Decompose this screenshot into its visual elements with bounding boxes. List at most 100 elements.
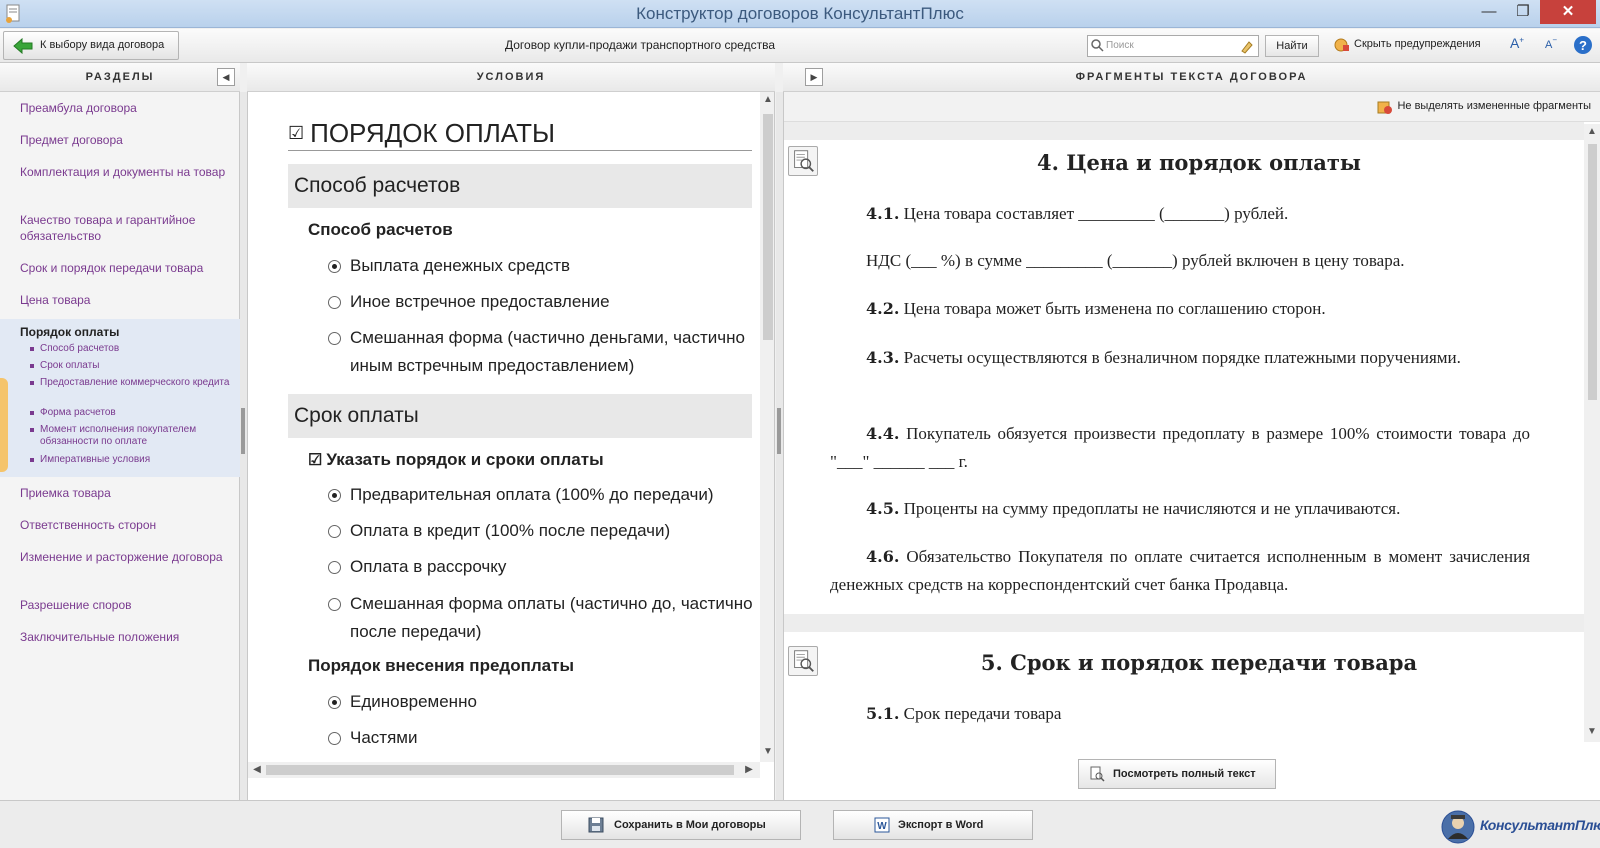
- svg-text:?: ?: [1579, 38, 1587, 53]
- splitter-right[interactable]: [776, 92, 783, 800]
- radio-option[interactable]: Смешанная форма оплаты (частично до, час…: [328, 590, 768, 646]
- document-search-icon: [1090, 766, 1105, 782]
- section-item[interactable]: Предмет договора: [20, 132, 230, 148]
- clause-text: Расчеты осуществляются в безналичном пор…: [903, 348, 1461, 367]
- scroll-thumb[interactable]: [763, 114, 773, 340]
- highlight-icon: [1377, 101, 1393, 114]
- maximize-icon[interactable]: ❐: [1506, 0, 1540, 24]
- conditions-hscrollbar[interactable]: ◀ ▶: [248, 762, 760, 778]
- collapse-sections-icon[interactable]: ◀: [217, 68, 235, 86]
- minimize-icon[interactable]: —: [1472, 0, 1506, 24]
- clause-4-2: 4.2. Цена товара может быть изменена по …: [830, 295, 1530, 323]
- scroll-down-icon[interactable]: ▼: [761, 746, 774, 757]
- splitter-left[interactable]: [240, 92, 247, 800]
- section-item[interactable]: Изменение и расторжение договора: [20, 549, 230, 565]
- section-title-text: ПОРЯДОК ОПЛАТЫ: [310, 118, 555, 148]
- conditions-header: УСЛОВИЯ: [247, 63, 775, 92]
- close-icon[interactable]: ✕: [1540, 0, 1596, 24]
- radio-label: Оплата в кредит (100% после передачи): [350, 521, 671, 540]
- section-item[interactable]: Срок и порядок передачи товара: [20, 260, 230, 276]
- subsection-item[interactable]: Срок оплаты: [30, 360, 230, 372]
- section-item[interactable]: Комплектация и документы на товар: [20, 164, 230, 180]
- subsection-item[interactable]: Момент исполнения покупателем обязанност…: [30, 424, 230, 448]
- scroll-down-icon[interactable]: ▼: [1585, 726, 1599, 737]
- section-item[interactable]: Качество товара и гарантийное обязательс…: [20, 212, 230, 244]
- scroll-left-icon[interactable]: ◀: [250, 764, 264, 775]
- font-decrease-icon[interactable]: A−: [1540, 35, 1562, 57]
- no-highlight-toggle[interactable]: Не выделять измененные фрагменты: [1377, 100, 1591, 114]
- radio-label: Предварительная оплата (100% до передачи…: [350, 485, 714, 504]
- splitter-grip: [241, 408, 245, 454]
- back-to-type-button[interactable]: К выбору вида договора: [3, 31, 179, 60]
- side-handle[interactable]: [0, 378, 8, 472]
- radio-option[interactable]: Предварительная оплата (100% до передачи…: [328, 481, 768, 509]
- scroll-thumb[interactable]: [1588, 144, 1597, 400]
- clause-text: Цена товара составляет _________ (______…: [903, 204, 1289, 223]
- expand-fragments-icon[interactable]: ▶: [805, 68, 823, 86]
- subsection-item[interactable]: Форма расчетов: [30, 407, 230, 419]
- subsection-item[interactable]: Императивные условия: [30, 454, 230, 466]
- scroll-right-icon[interactable]: ▶: [742, 764, 756, 775]
- clause-text: Цена товара может быть изменена по согла…: [903, 299, 1326, 318]
- checkbox-checked-icon[interactable]: ☑: [288, 123, 304, 143]
- radio-option[interactable]: Оплата в рассрочку: [328, 553, 768, 581]
- section-item[interactable]: Ответственность сторон: [20, 517, 230, 533]
- clause-number: 4.5.: [866, 499, 900, 518]
- section-item[interactable]: Разрешение споров: [20, 597, 230, 613]
- section-item[interactable]: Приемка товара: [20, 485, 230, 501]
- word-icon: W: [874, 817, 890, 833]
- radio-option[interactable]: Оплата в кредит (100% после передачи): [328, 517, 768, 545]
- no-highlight-label: Не выделять измененные фрагменты: [1397, 100, 1591, 112]
- conditions-panel: ☑ ПОРЯДОК ОПЛАТЫ Способ расчетов Способ р…: [247, 92, 775, 800]
- scroll-up-icon[interactable]: ▲: [761, 94, 774, 105]
- specify-terms-checkbox[interactable]: ☑ Указать порядок и сроки оплаты: [308, 450, 604, 470]
- fragment-separator: [784, 614, 1584, 632]
- active-section-title[interactable]: Порядок оплаты: [20, 325, 119, 339]
- radio-option[interactable]: Иное встречное предоставление: [328, 288, 768, 316]
- toolbar: К выбору вида договора Договор купли-про…: [0, 29, 1600, 63]
- radio-selected-icon[interactable]: [328, 489, 341, 502]
- group-title: Срок оплаты: [288, 394, 752, 438]
- radio-option[interactable]: Единовременно: [328, 688, 768, 716]
- clause-4-5: 4.5. Проценты на сумму предоплаты не нач…: [830, 495, 1530, 523]
- subsection-item[interactable]: Способ расчетов: [30, 343, 230, 355]
- radio-icon[interactable]: [328, 732, 341, 745]
- conditions-header-label: УСЛОВИЯ: [476, 71, 546, 83]
- conditions-vscrollbar[interactable]: ▲ ▼: [760, 92, 774, 762]
- section-item[interactable]: Преамбула договора: [20, 100, 230, 116]
- radio-icon[interactable]: [328, 332, 341, 345]
- export-word-button[interactable]: W Экспорт в Word: [833, 810, 1033, 840]
- scroll-thumb[interactable]: [266, 765, 734, 775]
- radio-option[interactable]: Смешанная форма (частично деньгами, част…: [328, 324, 768, 380]
- font-increase-icon[interactable]: A+: [1506, 35, 1528, 57]
- active-section: Порядок оплаты Способ расчетов Срок опла…: [0, 319, 240, 477]
- brand-name: КонсультантПлюс: [1480, 817, 1600, 833]
- radio-icon[interactable]: [328, 296, 341, 309]
- clear-brush-icon[interactable]: [1239, 38, 1255, 54]
- radio-icon[interactable]: [328, 598, 341, 611]
- bottom-bar: Сохранить в Мои договоры W Экспорт в Wor…: [0, 800, 1600, 848]
- radio-icon[interactable]: [328, 525, 341, 538]
- checkbox-checked-icon[interactable]: ☑: [308, 452, 322, 469]
- group-subtitle: Способ расчетов: [308, 220, 453, 239]
- radio-icon[interactable]: [328, 561, 341, 574]
- clause-number: 5.1.: [866, 704, 900, 723]
- section-item[interactable]: Цена товара: [20, 292, 230, 308]
- view-full-text-button[interactable]: Посмотреть полный текст: [1078, 759, 1276, 789]
- radio-selected-icon[interactable]: [328, 260, 341, 273]
- radio-selected-icon[interactable]: [328, 696, 341, 709]
- search-input[interactable]: Поиск: [1087, 35, 1259, 57]
- hide-warnings-button[interactable]: Скрыть предупреждения: [1334, 38, 1481, 52]
- save-to-my-contracts-button[interactable]: Сохранить в Мои договоры: [561, 810, 801, 840]
- window-title: Конструктор договоров КонсультантПлюс: [636, 4, 964, 23]
- scroll-up-icon[interactable]: ▲: [1585, 126, 1599, 137]
- radio-option[interactable]: Частями: [328, 724, 768, 752]
- find-button[interactable]: Найти: [1265, 35, 1319, 57]
- section-item[interactable]: Заключительные положения: [20, 629, 230, 645]
- radio-option[interactable]: Выплата денежных средств: [328, 252, 768, 280]
- help-icon[interactable]: ?: [1573, 35, 1593, 55]
- document-preview: 4. Цена и порядок оплаты 4.1. Цена товар…: [784, 122, 1584, 742]
- subsection-item[interactable]: Предоставление коммерческого кредита: [30, 377, 230, 389]
- radio-label: Смешанная форма оплаты (частично до, час…: [350, 594, 753, 641]
- fragments-vscrollbar[interactable]: ▲ ▼: [1584, 124, 1600, 742]
